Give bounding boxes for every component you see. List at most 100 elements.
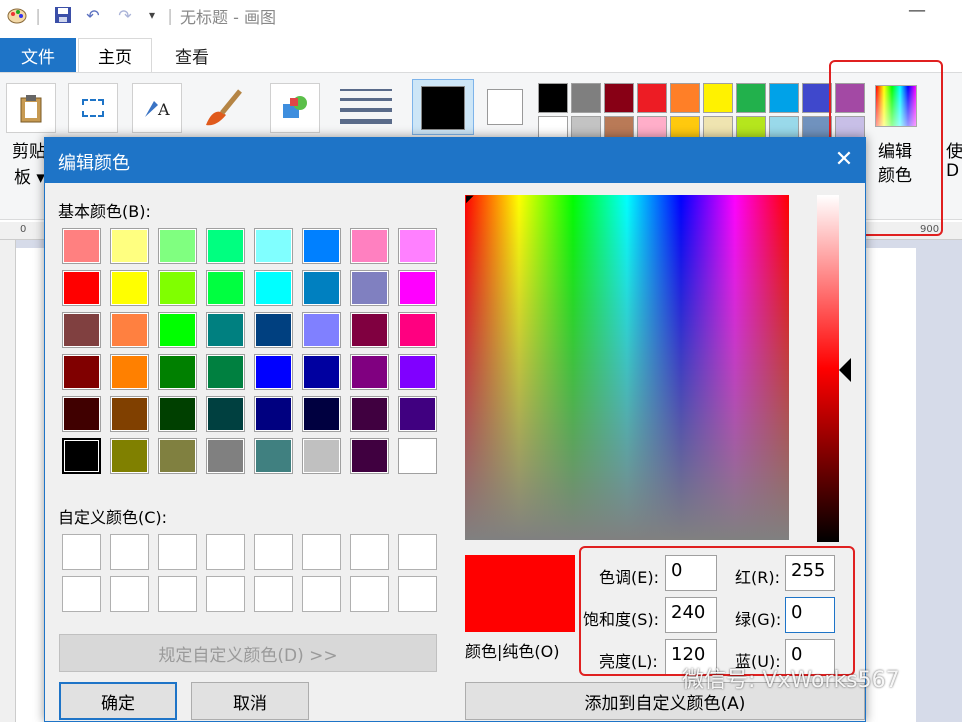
basic-color-swatch[interactable] [254, 396, 293, 432]
basic-color-swatch[interactable] [158, 396, 197, 432]
shapes-button[interactable] [270, 83, 320, 133]
basic-color-swatch[interactable] [398, 396, 437, 432]
color2-swatch[interactable] [487, 89, 523, 125]
clipboard-label-dropdown[interactable]: 板 ▾ [14, 163, 45, 188]
tab-view[interactable]: 查看 [155, 38, 229, 72]
basic-color-swatch[interactable] [398, 228, 437, 264]
ok-button[interactable]: 确定 [59, 682, 177, 720]
tab-home[interactable]: 主页 [78, 38, 152, 72]
brushes-button[interactable] [198, 83, 248, 133]
clipboard-paste-button[interactable] [6, 83, 56, 133]
cancel-button[interactable]: 取消 [191, 682, 309, 720]
save-icon[interactable] [52, 4, 74, 26]
custom-color-swatch[interactable] [62, 534, 101, 570]
minimize-button[interactable]: — [902, 0, 932, 28]
basic-color-swatch[interactable] [110, 438, 149, 474]
custom-color-swatch[interactable] [398, 576, 437, 612]
custom-color-swatch[interactable] [398, 534, 437, 570]
basic-color-swatch[interactable] [398, 312, 437, 348]
basic-color-swatch[interactable] [398, 438, 437, 474]
basic-color-swatch[interactable] [302, 354, 341, 390]
tab-file[interactable]: 文件 [0, 38, 76, 72]
line-size-icon[interactable] [340, 87, 392, 127]
color-spectrum[interactable] [465, 195, 789, 540]
palette-swatch[interactable] [604, 83, 634, 113]
custom-color-swatch[interactable] [254, 576, 293, 612]
basic-color-swatch[interactable] [302, 228, 341, 264]
basic-color-swatch[interactable] [110, 354, 149, 390]
define-custom-colors-button[interactable]: 规定自定义颜色(D) >> [59, 634, 437, 672]
basic-color-swatch[interactable] [398, 270, 437, 306]
basic-color-swatch[interactable] [110, 228, 149, 264]
palette-swatch[interactable] [736, 83, 766, 113]
palette-swatch[interactable] [670, 83, 700, 113]
custom-color-swatch[interactable] [302, 534, 341, 570]
custom-color-swatch[interactable] [206, 534, 245, 570]
basic-color-swatch[interactable] [110, 270, 149, 306]
palette-swatch[interactable] [637, 83, 667, 113]
basic-color-swatch[interactable] [158, 270, 197, 306]
basic-color-swatch[interactable] [302, 438, 341, 474]
basic-color-swatch[interactable] [350, 354, 389, 390]
basic-color-swatch[interactable] [254, 270, 293, 306]
custom-color-swatch[interactable] [110, 576, 149, 612]
basic-color-swatch[interactable] [110, 312, 149, 348]
custom-color-swatch[interactable] [254, 534, 293, 570]
basic-color-swatch[interactable] [62, 270, 101, 306]
custom-color-swatch[interactable] [158, 576, 197, 612]
undo-icon[interactable]: ↶ [82, 4, 104, 26]
basic-color-swatch[interactable] [302, 396, 341, 432]
select-button[interactable] [68, 83, 118, 133]
basic-color-swatch[interactable] [350, 228, 389, 264]
color-preview [465, 555, 575, 632]
preview-label[interactable]: 颜色|纯色(O) [465, 638, 559, 662]
basic-color-swatch[interactable] [158, 312, 197, 348]
quick-access-dropdown-icon[interactable]: ▾ [144, 4, 160, 26]
basic-color-swatch[interactable] [206, 312, 245, 348]
palette-swatch[interactable] [769, 83, 799, 113]
tools-button[interactable]: A [132, 83, 182, 133]
basic-color-swatch[interactable] [350, 270, 389, 306]
custom-color-swatch[interactable] [62, 576, 101, 612]
custom-color-swatch[interactable] [350, 576, 389, 612]
basic-color-swatch[interactable] [302, 312, 341, 348]
basic-color-swatch[interactable] [62, 438, 101, 474]
close-icon[interactable]: ✕ [829, 146, 859, 176]
basic-color-swatch[interactable] [206, 438, 245, 474]
basic-color-swatch[interactable] [62, 228, 101, 264]
palette-swatch[interactable] [802, 83, 832, 113]
basic-color-swatch[interactable] [62, 312, 101, 348]
palette-swatch[interactable] [571, 83, 601, 113]
basic-color-swatch[interactable] [398, 354, 437, 390]
basic-color-swatch[interactable] [206, 228, 245, 264]
basic-color-swatch[interactable] [254, 354, 293, 390]
basic-color-swatch[interactable] [350, 438, 389, 474]
custom-color-swatch[interactable] [158, 534, 197, 570]
palette-swatch[interactable] [703, 83, 733, 113]
basic-color-swatch[interactable] [254, 438, 293, 474]
paint-app-icon[interactable] [4, 4, 30, 26]
basic-color-swatch[interactable] [206, 270, 245, 306]
basic-color-swatch[interactable] [302, 270, 341, 306]
basic-color-swatch[interactable] [62, 354, 101, 390]
basic-color-swatch[interactable] [158, 354, 197, 390]
palette-swatch[interactable] [538, 83, 568, 113]
basic-color-swatch[interactable] [254, 312, 293, 348]
basic-color-swatch[interactable] [158, 228, 197, 264]
basic-color-swatch[interactable] [206, 354, 245, 390]
basic-color-swatch[interactable] [206, 396, 245, 432]
basic-color-swatch[interactable] [62, 396, 101, 432]
redo-icon[interactable]: ↷ [114, 4, 136, 26]
basic-color-swatch[interactable] [254, 228, 293, 264]
basic-color-swatch[interactable] [110, 396, 149, 432]
basic-color-swatch[interactable] [350, 396, 389, 432]
custom-color-swatch[interactable] [206, 576, 245, 612]
custom-color-swatch[interactable] [302, 576, 341, 612]
custom-color-swatch[interactable] [350, 534, 389, 570]
basic-color-swatch[interactable] [158, 438, 197, 474]
luminosity-slider[interactable] [817, 195, 839, 542]
basic-color-swatch[interactable] [350, 312, 389, 348]
color1-button[interactable] [412, 79, 474, 135]
luminosity-arrow-icon[interactable] [839, 358, 851, 382]
custom-color-swatch[interactable] [110, 534, 149, 570]
